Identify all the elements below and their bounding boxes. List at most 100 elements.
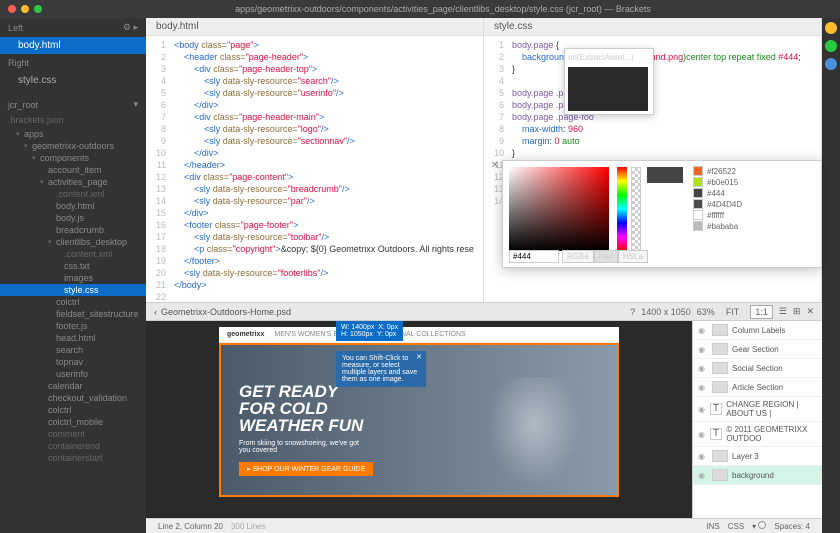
brackets-json[interactable]: .brackets.json [0,114,146,126]
layer-gear-section[interactable]: ◉Gear Section [693,340,822,359]
tree-item-calendar[interactable]: calendar [0,380,146,392]
tree-item--content-xml[interactable]: .content.xml [0,188,146,200]
working-file-body-html[interactable]: body.html [0,37,146,54]
fit-button[interactable]: FIT [721,305,745,319]
tree-item-css-txt[interactable]: css.txt [0,260,146,272]
indent-setting[interactable]: Spaces: 4 [774,522,810,531]
tree-item-head-html[interactable]: head.html [0,332,146,344]
cursor-position: Line 2, Column 20 [158,522,223,531]
format-rgba[interactable]: RGBa [562,250,594,263]
psd-nav: geometrixx MEN'S WOMEN'S EQUIPMENT SEASO… [219,327,619,343]
tree-item-footer-js[interactable]: footer.js [0,320,146,332]
scale-1-1-button[interactable]: 1:1 [750,305,773,319]
extract-header: ‹ Geometrixx-Outdoors-Home.psd ? 1400 x … [146,303,822,321]
visibility-icon[interactable]: ◉ [698,383,708,392]
ruler-icon[interactable]: ⊞ [793,306,801,317]
tree-item-body-js[interactable]: body.js [0,212,146,224]
layer-layer-3[interactable]: ◉Layer 3 [693,447,822,466]
tree-item-geometrixx-outdoors[interactable]: ▾geometrixx-outdoors [0,140,146,152]
tree-item-containerstart[interactable]: containerstart [0,452,146,464]
swatch-b0e015[interactable]: #b0e015 [693,177,815,187]
swatch-f26522[interactable]: #f26522 [693,166,815,176]
tree-item-topnav[interactable]: topnav [0,356,146,368]
lines-left[interactable]: <body class="page"> <header class="page-… [170,36,483,302]
extract-dims: 1400 x 1050 [641,307,691,317]
visibility-icon[interactable]: ◉ [698,471,708,480]
layers-icon[interactable]: ☰ [779,306,787,317]
tree-item-breadcrumb[interactable]: breadcrumb [0,224,146,236]
tree-item-search[interactable]: search [0,344,146,356]
hue-slider[interactable] [617,167,627,251]
visibility-icon[interactable]: ◉ [698,430,706,439]
project-root[interactable]: jcr_root ▾ [0,95,146,114]
format-hsla[interactable]: HSLa [618,250,648,263]
saturation-field[interactable] [509,167,609,251]
close-icon[interactable]: ✕ [806,306,814,317]
tree-item-body-html[interactable]: body.html [0,200,146,212]
tree-item-images[interactable]: images [0,272,146,284]
layer-article-section[interactable]: ◉Article Section [693,378,822,397]
tree-item-components[interactable]: ▾components [0,152,146,164]
extract-icon[interactable] [825,58,837,70]
lint-status[interactable]: ▾ [752,521,766,531]
layer-column-labels[interactable]: ◉Column Labels [693,321,822,340]
project-root-label: jcr_root [8,100,38,110]
visibility-icon[interactable]: ◉ [698,364,708,373]
swatch-bababa[interactable]: #bababa [693,221,815,231]
close-icon[interactable]: ✕ [416,353,422,361]
close-icon[interactable] [8,5,16,13]
hero-line2: FOR COLD [239,400,373,417]
layer-background[interactable]: ◉background [693,466,822,485]
chevron-left-icon[interactable]: ‹ [154,307,157,317]
tree-item-colctrl-mobile[interactable]: colctrl_mobile [0,416,146,428]
help-icon[interactable]: ? [630,307,635,317]
tree-item-activities-page[interactable]: ▾activities_page [0,176,146,188]
tree-item-apps[interactable]: ▾apps [0,128,146,140]
working-set-right-header: Right [0,54,146,72]
color-value-input[interactable] [509,250,559,263]
swatch-444[interactable]: #444 [693,188,815,198]
language-mode[interactable]: CSS [728,522,744,531]
live-preview-icon[interactable] [825,22,837,34]
maximize-icon[interactable] [34,5,42,13]
working-set-left-header: Left ⚙ ▸ [0,18,146,37]
tree-item-style-css[interactable]: style.css [0,284,146,296]
layer-social-section[interactable]: ◉Social Section [693,359,822,378]
tree-item-checkout-validation[interactable]: checkout_validation [0,392,146,404]
traffic-lights [8,5,42,13]
extract-canvas[interactable]: geometrixx MEN'S WOMEN'S EQUIPMENT SEASO… [146,321,692,518]
tree-item-clientlibs-desktop[interactable]: ▾clientlibs_desktop [0,236,146,248]
insert-mode[interactable]: INS [706,522,719,531]
gear-icon[interactable]: ⚙ ▸ [123,22,138,33]
tree-item--content-xml[interactable]: .content.xml [0,248,146,260]
file-tree: ▾apps▾geometrixx-outdoors▾componentsacco… [0,126,146,533]
layer-change-region---about-us--[interactable]: ◉TCHANGE REGION | ABOUT US | [693,397,822,422]
tree-item-colctrl[interactable]: colctrl [0,296,146,308]
alpha-slider[interactable] [631,167,641,251]
close-icon[interactable]: ✕ [489,160,501,172]
tree-item-containerend[interactable]: containerend [0,440,146,452]
visibility-icon[interactable]: ◉ [698,326,708,335]
swatch-4D4D4D[interactable]: #4D4D4D [693,199,815,209]
tree-item-userinfo[interactable]: userinfo [0,368,146,380]
right-label: Right [8,58,29,68]
swatch-ffffff[interactable]: #ffffff [693,210,815,220]
editor-left-code[interactable]: 12345678910111213141516171819202122 <bod… [146,36,483,302]
visibility-icon[interactable]: ◉ [698,345,708,354]
extension-manager-icon[interactable] [825,40,837,52]
tree-item-comment[interactable]: comment [0,428,146,440]
format-hex[interactable]: Hex [594,250,618,263]
editor-right-tab[interactable]: style.css [484,18,821,36]
tree-item-colctrl[interactable]: colctrl [0,404,146,416]
layer---2011-geometrixx-outdoo[interactable]: ◉T© 2011 GEOMETRIXX OUTDOO [693,422,822,447]
sidebar: Left ⚙ ▸ body.html Right style.css jcr_r… [0,18,146,533]
visibility-icon[interactable]: ◉ [698,405,706,414]
editor-left-tab[interactable]: body.html [146,18,483,36]
visibility-icon[interactable]: ◉ [698,452,708,461]
tree-item-fieldset-sitestructure[interactable]: fieldset_sitestructure [0,308,146,320]
extract-panel: ‹ Geometrixx-Outdoors-Home.psd ? 1400 x … [146,302,822,518]
editor-left: body.html 123456789101112131415161718192… [146,18,484,302]
minimize-icon[interactable] [21,5,29,13]
tree-item-account-item[interactable]: account_item [0,164,146,176]
working-file-style-css[interactable]: style.css [0,72,146,89]
